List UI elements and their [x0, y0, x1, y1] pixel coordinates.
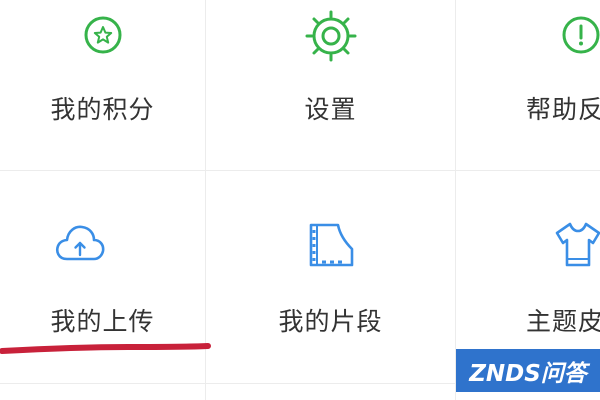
- menu-item-my-uploads[interactable]: 我的上传: [0, 171, 205, 341]
- menu-item-label: 我的积分: [50, 95, 155, 124]
- menu-item-label: 帮助反: [526, 95, 600, 124]
- menu-item-label: 设置: [304, 95, 357, 124]
- cloud-upload-icon: [55, 225, 105, 261]
- menu-item-help-feedback[interactable]: 帮助反: [456, 0, 600, 170]
- gear-icon: [305, 10, 356, 62]
- menu-item-my-points[interactable]: 我的积分: [0, 0, 205, 170]
- menu-item-label: 主题皮: [526, 307, 600, 336]
- menu-item-settings[interactable]: 设置: [206, 0, 455, 170]
- film-clip-icon: [309, 223, 353, 267]
- menu-item-theme-skin[interactable]: 主题皮: [456, 171, 600, 341]
- tshirt-icon: [555, 222, 600, 267]
- star-badge-icon: [84, 16, 121, 54]
- menu-item-my-clips[interactable]: 我的片段: [206, 171, 455, 341]
- menu-item-label: 我的片段: [278, 307, 383, 336]
- annotation-underline: [0, 343, 211, 354]
- watermark-logo: ZNDS问答: [456, 349, 600, 392]
- exclamation-icon: [562, 16, 600, 54]
